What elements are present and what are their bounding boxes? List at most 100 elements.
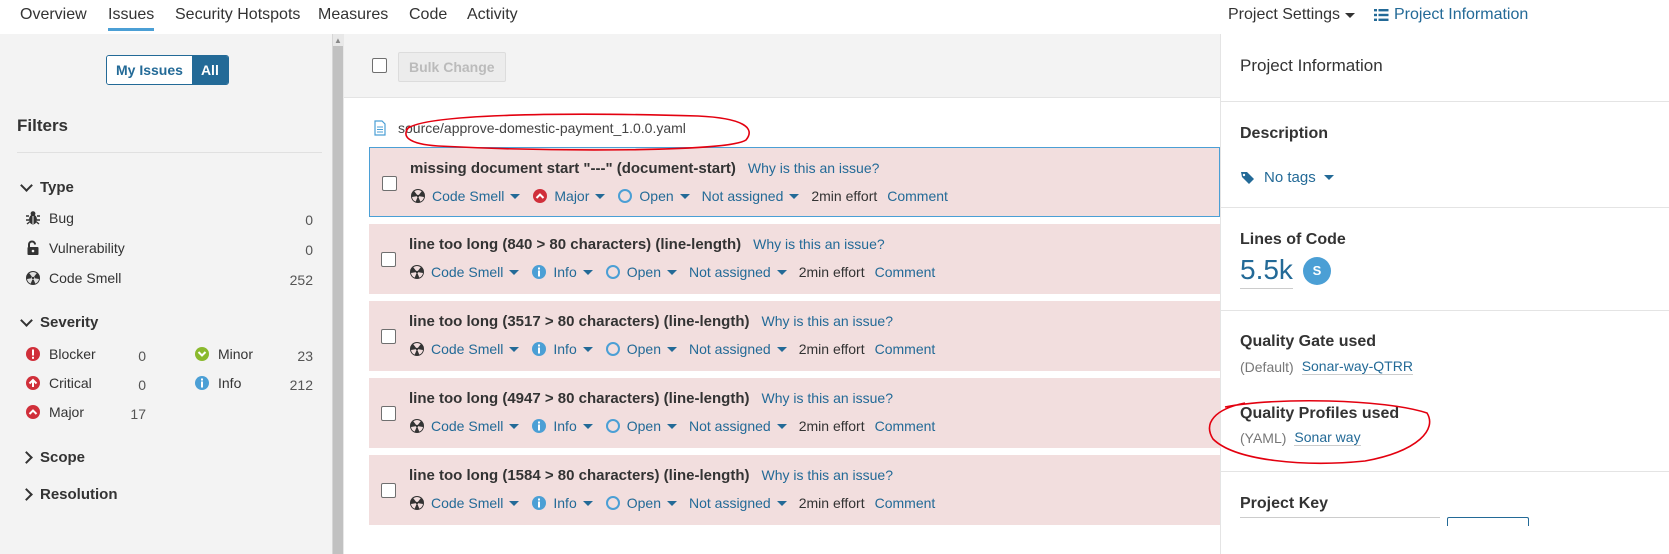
issue-assignee-label: Not assigned	[688, 264, 771, 280]
quality-profile-row: (YAML) Sonar way	[1240, 429, 1361, 446]
tab-activity[interactable]: Activity	[467, 6, 518, 24]
tab-measures[interactable]: Measures	[318, 6, 388, 24]
facet-item-blocker[interactable]: Blocker	[25, 346, 96, 362]
issue-status-dropdown[interactable]: Open	[617, 188, 690, 204]
scrollbar-thumb[interactable]	[333, 46, 343, 554]
issue-message[interactable]: line too long (3517 > 80 characters) (li…	[409, 313, 893, 330]
why-link[interactable]: Why is this an issue?	[753, 236, 885, 252]
issue-message[interactable]: missing document start "---" (document-s…	[410, 160, 879, 177]
facet-item-vulnerability[interactable]: Vulnerability	[25, 240, 125, 256]
issue-status-dropdown[interactable]: Open	[605, 418, 677, 434]
my-issues-button[interactable]: My Issues	[107, 56, 192, 84]
comment-link[interactable]: Comment	[875, 495, 936, 511]
facet-item-info[interactable]: Info	[194, 375, 241, 391]
description-title: Description	[1240, 125, 1329, 142]
file-path-label[interactable]: source/approve-domestic-payment_1.0.0.ya…	[398, 120, 686, 136]
issue-type-dropdown[interactable]: Code Smell	[409, 264, 520, 280]
facet-item-bug[interactable]: Bug	[25, 210, 74, 226]
issue-type-label: Code Smell	[431, 341, 504, 357]
issue-assignee-dropdown[interactable]: Not assigned	[689, 264, 787, 280]
issue-checkbox[interactable]	[381, 483, 396, 498]
caret-down-icon	[582, 423, 593, 429]
tab-overview[interactable]: Overview	[20, 6, 87, 24]
issue-checkbox[interactable]	[381, 252, 396, 267]
no-tags-label: No tags	[1264, 169, 1316, 186]
issue-type-dropdown[interactable]: Code Smell	[409, 495, 520, 511]
caret-down-icon	[510, 193, 521, 199]
divider	[1221, 310, 1669, 311]
issue-checkbox[interactable]	[381, 329, 396, 344]
why-link[interactable]: Why is this an issue?	[748, 160, 880, 176]
quality-gate-link[interactable]: Sonar-way-QTRR	[1301, 358, 1413, 375]
why-link[interactable]: Why is this an issue?	[762, 467, 894, 483]
all-issues-button[interactable]: All	[191, 56, 228, 84]
issue-message[interactable]: line too long (840 > 80 characters) (lin…	[409, 236, 885, 253]
facet-resolution-header[interactable]: Resolution	[20, 486, 118, 503]
tab-security-hotspots[interactable]: Security Hotspots	[175, 6, 300, 24]
issue-type-dropdown[interactable]: Code Smell	[409, 418, 520, 434]
issue-row[interactable]: missing document start "---" (document-s…	[369, 147, 1220, 217]
issue-severity-dropdown[interactable]: Info	[531, 418, 593, 434]
issue-row[interactable]: line too long (3517 > 80 characters) (li…	[369, 301, 1220, 371]
comment-link[interactable]: Comment	[875, 264, 936, 280]
issue-severity-dropdown[interactable]: Info	[531, 264, 593, 280]
project-settings-menu[interactable]: Project Settings	[1228, 6, 1356, 24]
issue-severity-dropdown[interactable]: Major	[532, 188, 606, 204]
select-all-checkbox[interactable]	[372, 58, 387, 73]
issue-type-label: Code Smell	[431, 495, 504, 511]
issue-message[interactable]: line too long (4947 > 80 characters) (li…	[409, 390, 893, 407]
facet-severity-header[interactable]: Severity	[20, 314, 98, 331]
why-link[interactable]: Why is this an issue?	[762, 390, 894, 406]
project-key-field[interactable]	[1240, 517, 1440, 526]
issue-severity-dropdown[interactable]: Info	[531, 495, 593, 511]
quality-gate-title: Quality Gate used	[1240, 333, 1377, 350]
bulk-change-button[interactable]: Bulk Change	[398, 52, 506, 82]
issue-assignee-dropdown[interactable]: Not assigned	[702, 188, 800, 204]
tab-code[interactable]: Code	[409, 6, 447, 24]
comment-link[interactable]: Comment	[875, 418, 936, 434]
quality-profile-link[interactable]: Sonar way	[1294, 429, 1361, 446]
comment-link[interactable]: Comment	[887, 188, 948, 204]
caret-down-icon	[789, 193, 800, 199]
issue-assignee-dropdown[interactable]: Not assigned	[689, 495, 787, 511]
issue-message-text: line too long (3517 > 80 characters) (li…	[409, 313, 750, 330]
facet-item-minor[interactable]: Minor	[194, 346, 253, 362]
issue-row[interactable]: line too long (840 > 80 characters) (lin…	[369, 224, 1220, 294]
tab-issues[interactable]: Issues	[108, 6, 155, 31]
facet-type-header[interactable]: Type	[20, 179, 74, 196]
copy-button[interactable]	[1447, 517, 1529, 526]
facet-item-major[interactable]: Major	[25, 404, 84, 420]
issue-severity-dropdown[interactable]: Info	[531, 341, 593, 357]
tags-dropdown[interactable]: No tags	[1240, 169, 1334, 186]
issue-checkbox[interactable]	[381, 406, 396, 421]
issue-assignee-dropdown[interactable]: Not assigned	[689, 341, 787, 357]
comment-link[interactable]: Comment	[875, 341, 936, 357]
issue-row[interactable]: line too long (4947 > 80 characters) (li…	[369, 378, 1220, 448]
issue-checkbox[interactable]	[382, 176, 397, 191]
scroll-up-icon[interactable]: ▲	[333, 36, 343, 46]
issue-effort: 2min effort	[798, 495, 865, 511]
why-link[interactable]: Why is this an issue?	[762, 313, 894, 329]
facet-scope-header[interactable]: Scope	[20, 449, 85, 466]
open-status-icon	[605, 265, 620, 279]
issue-status-dropdown[interactable]: Open	[605, 495, 677, 511]
facet-item-code-smell[interactable]: Code Smell	[25, 270, 121, 286]
issue-type-dropdown[interactable]: Code Smell	[410, 188, 521, 204]
issue-effort: 2min effort	[798, 418, 865, 434]
issue-message-text: missing document start "---" (document-s…	[410, 160, 736, 177]
info-icon	[532, 265, 547, 279]
issue-type-label: Code Smell	[432, 188, 505, 204]
issue-status-dropdown[interactable]: Open	[605, 341, 677, 357]
issue-message[interactable]: line too long (1584 > 80 characters) (li…	[409, 467, 893, 484]
issue-assignee-dropdown[interactable]: Not assigned	[689, 418, 787, 434]
facet-count: 23	[297, 348, 313, 364]
project-information-link[interactable]: Project Information	[1373, 6, 1528, 24]
issue-row[interactable]: line too long (1584 > 80 characters) (li…	[369, 455, 1220, 525]
facet-item-label: Major	[49, 404, 85, 420]
issue-status-dropdown[interactable]: Open	[605, 264, 677, 280]
issue-message-text: line too long (840 > 80 characters) (lin…	[409, 236, 742, 253]
lines-of-code-value[interactable]: 5.5k	[1240, 254, 1293, 289]
issue-type-dropdown[interactable]: Code Smell	[409, 341, 520, 357]
facet-item-critical[interactable]: Critical	[25, 375, 92, 391]
facet-count: 212	[289, 377, 313, 393]
